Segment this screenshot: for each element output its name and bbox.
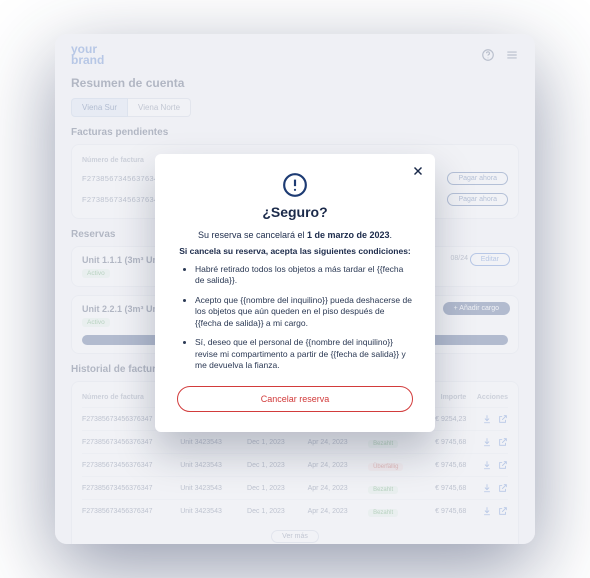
close-icon[interactable] — [409, 162, 427, 180]
modal-conditions-list: Habré retirado todos los objetos a más t… — [177, 264, 413, 372]
modal-title: ¿Seguro? — [177, 204, 413, 220]
modal-line-date: 1 de marzo de 2023 — [307, 230, 390, 240]
cancel-reservation-button[interactable]: Cancelar reserva — [177, 386, 413, 412]
modal-overlay: ¿Seguro? Su reserva se cancelará el 1 de… — [55, 34, 535, 544]
modal-condition: Acepto que {{nombre del inquilino}} pued… — [195, 295, 413, 329]
modal-line-suffix: . — [390, 230, 393, 240]
alert-icon — [177, 172, 413, 198]
modal-line-prefix: Su reserva se cancelará el — [198, 230, 307, 240]
modal-cancel-line: Su reserva se cancelará el 1 de marzo de… — [177, 230, 413, 240]
modal-condition: Habré retirado todos los objetos a más t… — [195, 264, 413, 287]
modal-condition: Sí, deseo que el personal de {{nombre de… — [195, 337, 413, 371]
modal-subtitle: Si cancela su reserva, acepta las siguie… — [177, 246, 413, 256]
app-window: your brand Resumen de cuenta Viena Sur V… — [55, 34, 535, 544]
cancel-reservation-modal: ¿Seguro? Su reserva se cancelará el 1 de… — [155, 154, 435, 432]
